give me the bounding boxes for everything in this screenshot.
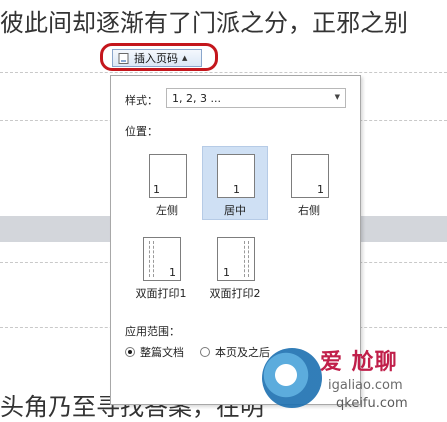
caret-up-icon: ▲ — [182, 54, 188, 62]
watermark-text: 爱 尬聊 — [320, 350, 398, 375]
page-preview-icon: 1 — [149, 154, 187, 198]
gutter-line — [149, 241, 150, 277]
radio-unchecked-icon[interactable] — [200, 347, 210, 357]
page-number-preview: 1 — [169, 266, 176, 279]
page-preview-icon: 1 — [291, 154, 329, 198]
style-label: 样式： — [125, 94, 158, 107]
document-text-top: 彼此间却逐渐有了门派之分，正邪之别 — [0, 9, 408, 37]
position-option-label: 右侧 — [298, 204, 320, 217]
range-option-whole-document[interactable]: 整篇文档 — [125, 344, 184, 360]
position-option-right[interactable]: 1 右侧 — [276, 146, 342, 220]
page-number-icon — [118, 52, 129, 64]
watermark-url: igaliao.com — [328, 378, 403, 393]
page-preview-icon: 1 — [217, 154, 255, 198]
radio-checked-icon[interactable] — [125, 347, 135, 357]
style-select-value: 1, 2, 3 ... — [172, 91, 221, 105]
position-option-label: 居中 — [224, 204, 246, 217]
position-option-label: 双面打印2 — [209, 287, 261, 300]
page-number-preview: 1 — [153, 183, 160, 196]
watermark-logo-icon — [262, 348, 322, 408]
watermark-url: qkeifu.com — [336, 396, 408, 411]
gutter-line — [248, 241, 249, 277]
page-number-preview: 1 — [317, 183, 324, 196]
page-preview-icon: 1 — [143, 237, 181, 281]
header-dashed-line — [0, 72, 447, 73]
position-label: 位置： — [125, 125, 158, 138]
position-option-duplex-2[interactable]: 1 双面打印2 — [202, 229, 268, 303]
position-option-label: 双面打印1 — [135, 287, 187, 300]
position-option-left[interactable]: 1 左侧 — [134, 146, 200, 220]
gutter-line — [153, 241, 154, 277]
page-preview-icon: 1 — [217, 237, 255, 281]
page-number-preview: 1 — [233, 183, 240, 196]
apply-range-label: 应用范围： — [125, 325, 180, 338]
range-option-label: 整篇文档 — [140, 346, 184, 359]
position-option-label: 左侧 — [156, 204, 178, 217]
style-select[interactable]: 1, 2, 3 ... ▼ — [166, 88, 346, 108]
page-number-preview: 1 — [223, 266, 230, 279]
chevron-down-icon: ▼ — [334, 93, 340, 101]
position-option-center[interactable]: 1 居中 — [202, 146, 268, 220]
gutter-line — [244, 241, 245, 277]
insert-page-number-label: 插入页码 — [134, 52, 178, 65]
insert-page-number-button[interactable]: 插入页码 ▲ — [112, 49, 202, 67]
position-option-duplex-1[interactable]: 1 双面打印1 — [128, 229, 194, 303]
range-option-this-page-onward[interactable]: 本页及之后 — [200, 344, 270, 360]
site-watermark: 爱 尬聊 igaliao.com qkeifu.com — [262, 330, 447, 419]
